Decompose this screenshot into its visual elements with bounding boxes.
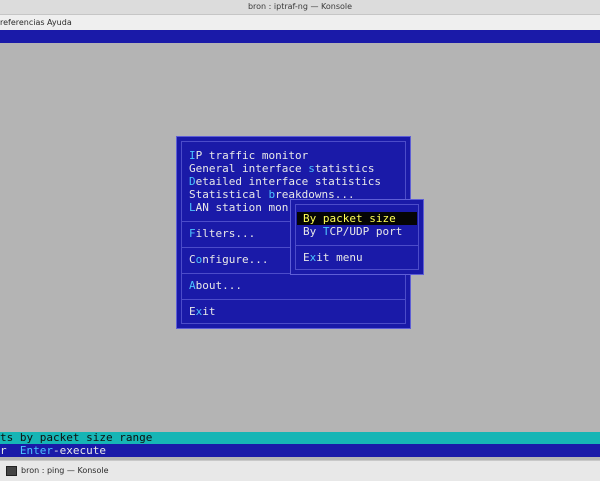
menu-item-text: bout... (195, 279, 242, 292)
menu-item-text: By (303, 212, 323, 225)
hotkey-letter: F (189, 227, 196, 240)
hotkey-letter: D (189, 175, 196, 188)
terminal-area[interactable]: IP traffic monitor General interface sta… (0, 30, 600, 460)
menu-item-text: By (303, 225, 323, 238)
menu-item-text: Statistical (189, 188, 269, 201)
menu-item-text: CP/UDP port (329, 225, 403, 238)
hint-action: -execute (53, 444, 106, 457)
hotkey-letter: L (189, 201, 196, 214)
status-description-bar: ts by packet size range (0, 432, 600, 444)
hint-prefix: r (0, 444, 20, 457)
taskbar: bron : ping — Konsole (0, 460, 600, 481)
menu-item-ip-traffic-monitor[interactable]: IP traffic monitor (189, 149, 308, 162)
menu-item-text: E (189, 305, 196, 318)
taskbar-item-konsole[interactable]: bron : ping — Konsole (6, 465, 109, 477)
hotkey-letter: I (189, 149, 196, 162)
menu-separator (296, 245, 418, 246)
hotkey-letter: s (308, 162, 315, 175)
menu-item-text: E (303, 251, 310, 264)
submenu-item-by-tcp-udp-port[interactable]: By TCP/UDP port (303, 225, 402, 238)
hotkey-letter: A (189, 279, 196, 292)
menu-item-about[interactable]: About... (189, 279, 242, 292)
menu-item-text: nfigure... (202, 253, 269, 266)
submenu-item-by-packet-size[interactable]: By packet size (297, 212, 417, 225)
window-title: bron : iptraf-ng — Konsole (0, 0, 600, 15)
menu-item-configure[interactable]: Configure... (189, 253, 268, 266)
menu-bar: referencias Ayuda (0, 15, 600, 30)
menu-item-detailed-interface-statistics[interactable]: Detailed interface statistics (189, 175, 381, 188)
hint-key: Enter (19, 444, 53, 457)
hotkey-letter: T (322, 225, 330, 238)
iptraf-header-bar (0, 30, 600, 43)
menu-item-text: ilters... (195, 227, 256, 240)
menu-item-text: etailed interface statistics (195, 175, 382, 188)
status-hint-bar: r Enter-execute (0, 444, 600, 457)
menu-item-text: acket size (329, 212, 396, 225)
menu-item-text: tatistics (314, 162, 375, 175)
taskbar-item-label: bron : ping — Konsole (21, 466, 109, 475)
menu-item-filters[interactable]: Filters... (189, 227, 255, 240)
menu-item-text: it menu (316, 251, 363, 264)
status-description: ts by packet size range (0, 431, 153, 444)
breakdowns-submenu: By packet size By TCP/UDP port Exit menu (290, 199, 424, 275)
menu-preferencias[interactable]: referencias (0, 15, 45, 30)
menu-ayuda[interactable]: Ayuda (47, 15, 72, 30)
menu-item-text: C (189, 253, 196, 266)
menu-item-general-interface-statistics[interactable]: General interface statistics (189, 162, 374, 175)
menu-item-exit[interactable]: Exit (189, 305, 216, 318)
menu-item-text: AN station mon (195, 201, 289, 214)
menu-item-text: P traffic monitor (195, 149, 309, 162)
hotkey-letter: p (322, 212, 330, 225)
menu-item-lan-station-monitor[interactable]: LAN station mon (189, 201, 288, 214)
menu-separator (182, 299, 405, 300)
terminal-icon (6, 465, 17, 476)
menu-item-text: General interface (189, 162, 309, 175)
menu-item-text: it (202, 305, 216, 318)
submenu-item-exit-menu[interactable]: Exit menu (303, 251, 363, 264)
